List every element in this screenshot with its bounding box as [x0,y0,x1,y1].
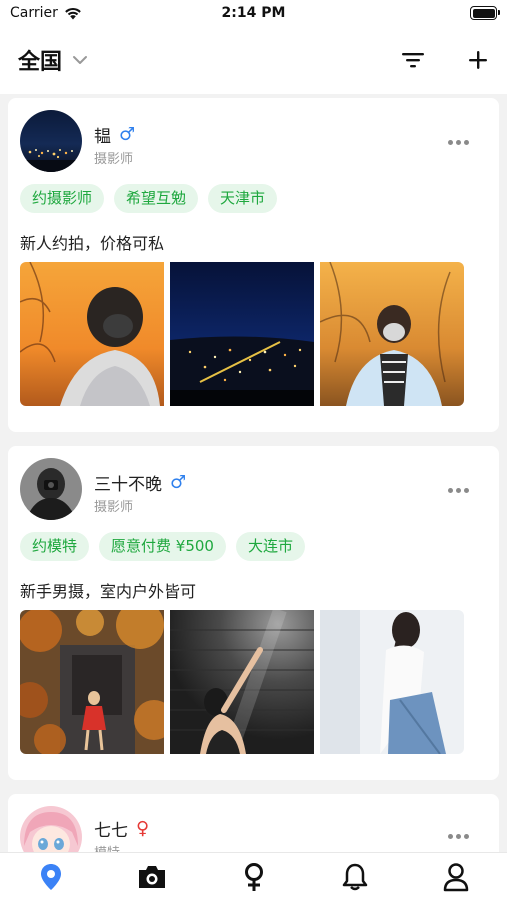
tab-profile[interactable] [406,853,507,900]
dot [464,834,469,839]
post-text: 新手男摄，室内户外皆可 [20,582,197,601]
post-feed[interactable]: 韫 ♂ 摄影师 约摄影师 希望互勉 天津市 新人约拍，价格可私 三十不晚 ♂ 摄… [0,94,507,852]
post-card[interactable]: 七七 ♀ 模特 [8,794,499,852]
avatar[interactable] [20,110,82,172]
bell-icon [342,863,368,890]
filter-icon [402,53,424,68]
dot [448,834,453,839]
user-role: 模特 [94,842,120,852]
user-name[interactable]: 三十不晚 [94,470,162,495]
user-role: 摄影师 [94,152,134,167]
tag[interactable]: 大连市 [235,532,305,561]
dot [448,488,453,493]
battery-icon [470,6,500,20]
person-icon [444,862,469,891]
photo-grid [20,610,464,754]
dot [456,488,461,493]
dot [456,140,461,145]
tab-models[interactable] [203,853,304,900]
post-card[interactable]: 三十不晚 ♂ 摄影师 约模特 愿意付费 ¥500 大连市 新手男摄，室内户外皆可 [8,446,499,780]
bottom-tab-bar [0,852,507,900]
post-text: 新人约拍，价格可私 [20,234,165,253]
photo-thumbnail[interactable] [170,262,314,406]
dot [448,140,453,145]
add-post-button[interactable] [463,45,493,75]
region-label: 全国 [18,50,63,75]
filter-button[interactable] [398,45,428,75]
photo-thumbnail[interactable] [320,262,464,406]
dot [464,140,469,145]
more-options-button[interactable] [446,828,471,845]
avatar[interactable] [20,806,82,852]
tab-photography[interactable] [101,853,202,900]
user-name[interactable]: 韫 [94,122,111,147]
avatar[interactable] [20,458,82,520]
tag-list: 约摄影师 希望互勉 天津市 [20,184,278,213]
female-icon: ♀ [136,818,150,839]
tab-notifications[interactable] [304,853,405,900]
user-name-row: 七七 ♀ [94,816,149,841]
tag[interactable]: 约模特 [20,532,90,561]
camera-icon [139,865,166,888]
more-options-button[interactable] [446,134,471,151]
photo-grid [20,262,464,406]
tag[interactable]: 希望互勉 [114,184,199,213]
chevron-down-icon [73,56,88,64]
photo-thumbnail[interactable] [320,610,464,754]
photo-thumbnail[interactable] [20,610,164,754]
user-name[interactable]: 七七 [94,816,128,841]
photo-thumbnail[interactable] [20,262,164,406]
top-nav-bar: 全国 [0,28,507,94]
post-card[interactable]: 韫 ♂ 摄影师 约摄影师 希望互勉 天津市 新人约拍，价格可私 [8,98,499,432]
more-options-button[interactable] [446,482,471,499]
tag[interactable]: 天津市 [208,184,278,213]
male-icon: ♂ [119,124,136,145]
user-role: 摄影师 [94,500,134,515]
region-selector[interactable]: 全国 [18,44,88,76]
tab-nearby[interactable] [0,853,101,900]
female-symbol-icon [244,862,263,891]
male-icon: ♂ [170,472,187,493]
tag[interactable]: 约摄影师 [20,184,105,213]
tag[interactable]: 愿意付费 ¥500 [99,532,226,561]
tag-list: 约模特 愿意付费 ¥500 大连市 [20,532,305,561]
plus-icon [469,51,487,69]
user-name-row: 韫 ♂ [94,122,135,147]
user-name-row: 三十不晚 ♂ [94,470,186,495]
photo-thumbnail[interactable] [170,610,314,754]
dot [464,488,469,493]
dot [456,834,461,839]
clock: 2:14 PM [221,5,286,21]
status-bar: Carrier 2:14 PM [0,0,507,28]
location-pin-icon [40,863,61,890]
